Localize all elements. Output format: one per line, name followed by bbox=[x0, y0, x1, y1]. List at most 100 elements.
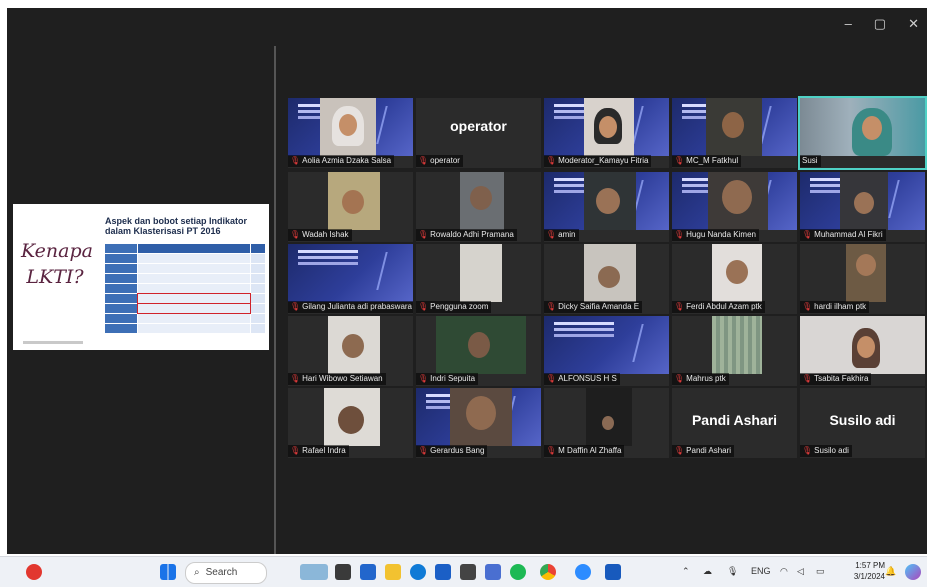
word-icon[interactable] bbox=[605, 564, 621, 580]
mic-muted-icon: 🎙 bbox=[418, 446, 429, 455]
participant-tile[interactable]: 🎙 M Daffin Al Zhaffa bbox=[544, 388, 669, 458]
start-menu-icon[interactable] bbox=[160, 564, 176, 580]
minimize-button[interactable]: – bbox=[845, 16, 852, 32]
participant-name: 🎙 Rowaldo Adhi Pramana bbox=[416, 229, 517, 241]
slide-left-title: Kenapa LKTI? bbox=[21, 240, 93, 288]
mic-muted-icon: 🎙 bbox=[546, 156, 557, 165]
mic-muted-icon: 🎙 bbox=[546, 446, 557, 455]
participant-big-name: Pandi Ashari bbox=[691, 412, 778, 428]
volume-icon[interactable]: ◁ bbox=[797, 566, 804, 577]
teams-icon[interactable] bbox=[485, 564, 501, 580]
clock-date: 3/1/2024 bbox=[853, 572, 885, 581]
mic-muted-icon: 🎙 bbox=[674, 446, 685, 455]
participant-name: 🎙 Muhammad Al Fikri bbox=[800, 229, 886, 241]
slide-table bbox=[105, 244, 265, 338]
participant-name: Susi bbox=[800, 155, 821, 167]
mic-muted-icon: 🎙 bbox=[546, 302, 557, 311]
mic-muted-icon: 🎙 bbox=[546, 230, 557, 239]
participant-tile[interactable]: 🎙 Indri Sepuita bbox=[416, 316, 541, 386]
participant-name: 🎙 Pandi Ashari bbox=[672, 445, 735, 457]
participant-name: 🎙 Ferdi Abdul Azam ptk bbox=[672, 301, 765, 313]
participant-tile[interactable]: 🎙 Mahrus ptk bbox=[672, 316, 797, 386]
participant-tile[interactable]: 🎙 ALFONSUS H S bbox=[544, 316, 669, 386]
participant-name: 🎙 Wadah Ishak bbox=[288, 229, 352, 241]
chevron-up-icon[interactable]: ⌃ bbox=[682, 566, 690, 577]
zoom-icon[interactable] bbox=[575, 564, 591, 580]
copilot-icon[interactable] bbox=[905, 564, 921, 580]
task-view-icon[interactable] bbox=[335, 564, 351, 580]
language-indicator[interactable]: ENG bbox=[751, 566, 771, 576]
participant-tile[interactable]: 🎙 Wadah Ishak bbox=[288, 172, 413, 242]
mic-muted-icon: 🎙 bbox=[674, 374, 685, 383]
participant-name: 🎙 hardi ilham ptk bbox=[800, 301, 870, 313]
participant-tile[interactable]: 🎙 Tsabita Fakhira bbox=[800, 316, 925, 386]
store-icon[interactable] bbox=[435, 564, 451, 580]
participant-tile[interactable]: 🎙 MC_M Fatkhul bbox=[672, 98, 797, 168]
notification-bell-icon[interactable]: 🔔 bbox=[885, 566, 896, 577]
clock[interactable]: 1:57 PM 3/1/2024 bbox=[854, 560, 885, 582]
participant-tile-active-speaker[interactable]: Susi bbox=[798, 96, 927, 170]
restore-button[interactable]: ▢ bbox=[874, 16, 886, 32]
participant-tile[interactable]: Pandi Ashari 🎙 Pandi Ashari bbox=[672, 388, 797, 458]
participant-tile[interactable]: operator 🎙 operator bbox=[416, 98, 541, 168]
participant-tile[interactable]: 🎙 Gerardus Bang bbox=[416, 388, 541, 458]
participant-tile[interactable]: 🎙 Moderator_Kamayu Fitria bbox=[544, 98, 669, 168]
microphone-icon[interactable]: 🎙 bbox=[727, 566, 738, 577]
app-thumbnail-icon[interactable] bbox=[300, 564, 328, 580]
participant-tile[interactable]: 🎙 Gilang Julianta adi prabaswara bbox=[288, 244, 413, 314]
mic-muted-icon: 🎙 bbox=[802, 230, 813, 239]
mic-muted-icon: 🎙 bbox=[418, 374, 429, 383]
mic-muted-icon: 🎙 bbox=[290, 302, 301, 311]
participant-tile[interactable]: 🎙 Ferdi Abdul Azam ptk bbox=[672, 244, 797, 314]
participant-tile[interactable]: 🎙 hardi ilham ptk bbox=[800, 244, 925, 314]
chrome-icon[interactable] bbox=[540, 564, 556, 580]
wifi-icon[interactable]: ◠ bbox=[780, 566, 788, 577]
participant-name: 🎙 Hugu Nanda Kimen bbox=[672, 229, 759, 241]
mic-muted-icon: 🎙 bbox=[674, 230, 685, 239]
participant-name: 🎙 M Daffin Al Zhaffa bbox=[544, 445, 625, 457]
slide-title: Aspek dan bobot setiap Indikator dalam K… bbox=[105, 216, 248, 236]
mic-muted-icon: 🎙 bbox=[546, 374, 557, 383]
participant-name: 🎙 Mahrus ptk bbox=[672, 373, 729, 385]
mic-muted-icon: 🎙 bbox=[418, 156, 429, 165]
participant-tile[interactable]: 🎙 Pengguna zoom bbox=[416, 244, 541, 314]
panel-divider[interactable] bbox=[274, 46, 276, 554]
participant-tile[interactable]: 🎙 Aolia Azmia Dzaka Salsa bbox=[288, 98, 413, 168]
participant-name: 🎙 amin bbox=[544, 229, 579, 241]
weather-widget-icon[interactable] bbox=[26, 564, 42, 580]
participant-tile[interactable]: 🎙 amin bbox=[544, 172, 669, 242]
participant-name: 🎙 MC_M Fatkhul bbox=[672, 155, 742, 167]
cloud-icon[interactable]: ☁ bbox=[703, 566, 712, 577]
widgets-icon[interactable] bbox=[360, 564, 376, 580]
clock-time: 1:57 PM bbox=[855, 561, 885, 570]
participant-name: 🎙 Gilang Julianta adi prabaswara bbox=[288, 301, 413, 313]
participant-big-name: Susilo adi bbox=[829, 412, 896, 428]
participant-tile[interactable]: 🎙 Rafael Indra bbox=[288, 388, 413, 458]
participant-tile[interactable]: 🎙 Muhammad Al Fikri bbox=[800, 172, 925, 242]
file-explorer-icon[interactable] bbox=[385, 564, 401, 580]
app-icon[interactable] bbox=[460, 564, 476, 580]
participant-name: 🎙 Tsabita Fakhira bbox=[800, 373, 872, 385]
mic-muted-icon: 🎙 bbox=[290, 156, 301, 165]
mic-muted-icon: 🎙 bbox=[674, 302, 685, 311]
participant-tile[interactable]: 🎙 Hari Wibowo Setiawan bbox=[288, 316, 413, 386]
desktop-screen: – ▢ ✕ Kenapa LKTI? Aspek dan bobot setia… bbox=[7, 8, 927, 554]
mic-muted-icon: 🎙 bbox=[418, 230, 429, 239]
participant-name: 🎙 Indri Sepuita bbox=[416, 373, 479, 385]
battery-icon[interactable]: ▭ bbox=[816, 566, 825, 577]
mic-muted-icon: 🎙 bbox=[802, 446, 813, 455]
taskbar-search[interactable]: ⌕ Search bbox=[185, 562, 267, 584]
mic-muted-icon: 🎙 bbox=[290, 230, 301, 239]
participant-name: 🎙 Hari Wibowo Setiawan bbox=[288, 373, 386, 385]
close-button[interactable]: ✕ bbox=[908, 16, 919, 32]
taskbar: ⌕ Search ⌃ ☁ 🎙 ENG ◠ ◁ ▭ 1:57 PM 3/1/2024… bbox=[0, 556, 927, 587]
participant-tile[interactable]: 🎙 Rowaldo Adhi Pramana bbox=[416, 172, 541, 242]
participant-name: 🎙 Rafael Indra bbox=[288, 445, 349, 457]
participant-tile[interactable]: Susilo adi 🎙 Susilo adi bbox=[800, 388, 925, 458]
participant-name: 🎙 Gerardus Bang bbox=[416, 445, 488, 457]
participant-tile[interactable]: 🎙 Dicky Saifia Amanda E bbox=[544, 244, 669, 314]
participant-tile[interactable]: 🎙 Hugu Nanda Kimen bbox=[672, 172, 797, 242]
edge-browser-icon[interactable] bbox=[410, 564, 426, 580]
participant-name: 🎙 operator bbox=[416, 155, 463, 167]
spotify-icon[interactable] bbox=[510, 564, 526, 580]
